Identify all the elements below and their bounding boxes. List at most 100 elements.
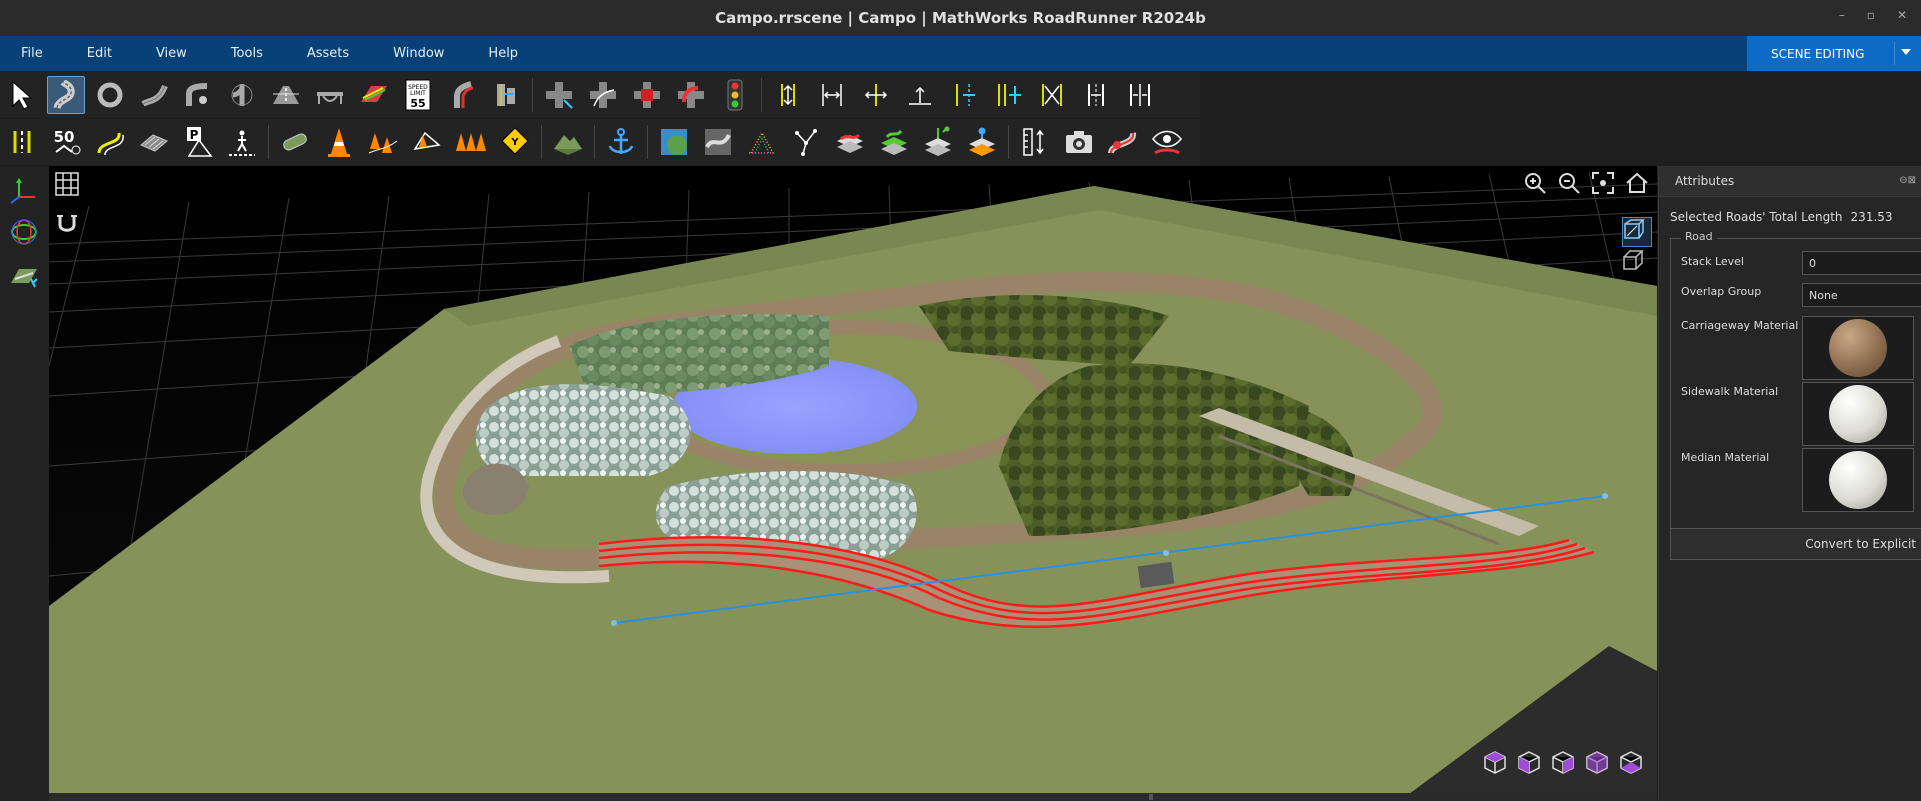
lane-width-tool-icon[interactable] [487,76,525,114]
aerial-imagery-tool-icon[interactable] [655,123,693,161]
menu-assets[interactable]: Assets [307,46,349,61]
lane-chain-tool-icon[interactable] [1033,76,1071,114]
parking-tool-icon[interactable]: P [179,123,217,161]
perspective-view-icon[interactable] [1622,217,1652,247]
anchor-tool-icon[interactable] [602,123,640,161]
close-button[interactable]: ✕ [1897,8,1907,22]
road-marking-icon[interactable] [6,256,42,292]
zoom-out-icon[interactable] [1557,171,1585,199]
junction-tool-icon[interactable] [223,76,261,114]
snap-magnet-icon[interactable] [55,212,83,240]
lane-marking-tool-icon[interactable] [355,76,393,114]
view-cube-right[interactable] [1585,750,1613,778]
vector-data-tool-icon[interactable] [787,123,825,161]
lane-width-adjust-icon[interactable] [857,76,895,114]
frame-selection-icon[interactable] [1591,171,1619,199]
svg-text:Y: Y [510,137,519,148]
layer-stack-tool-icon[interactable] [963,123,1001,161]
layer-add-tool-icon[interactable] [919,123,957,161]
title-bar: Campo.rrscene | Campo | MathWorks RoadRu… [0,0,1921,36]
viewport-scrollbar[interactable] [49,793,1657,801]
stack-level-field[interactable]: 0 [1802,251,1921,275]
surface-tool-icon[interactable] [135,123,173,161]
overlap-group-field[interactable]: None [1802,283,1921,307]
menu-tools[interactable]: Tools [231,46,263,61]
menu-edit[interactable]: Edit [87,46,112,61]
signal-tool-icon[interactable] [672,76,710,114]
elevation-map-tool-icon[interactable] [549,123,587,161]
median-material-swatch[interactable] [1802,448,1914,512]
scenario-view-tool-icon[interactable] [1148,123,1186,161]
scene-viewport[interactable] [49,166,1657,794]
traffic-light-icon[interactable] [716,76,754,114]
home-icon[interactable] [1625,171,1653,199]
select-tool-icon[interactable] [3,76,41,114]
carriageway-material-swatch[interactable] [1802,316,1914,380]
convert-to-explicit-button[interactable]: Convert to Explicit [1670,528,1921,560]
rotate-icon[interactable] [6,214,42,250]
view-cube-back[interactable] [1619,750,1647,778]
tree-cluster-white-west[interactable] [475,384,691,476]
restore-button[interactable]: ▫ [1867,8,1875,22]
scene-canvas[interactable] [49,166,1657,794]
lane-merge-tool-icon[interactable] [1121,76,1159,114]
sign-tool-icon[interactable]: Y [496,123,534,161]
lane-tool-icon[interactable] [267,76,305,114]
prop-set-tool-icon[interactable] [452,123,490,161]
speed-limit-sign-icon[interactable]: SPEED LIMIT 55 [399,76,437,114]
corner-tool-icon[interactable] [179,76,217,114]
carriageway-material-label: Carriageway Material [1681,319,1799,332]
traffic-cone-icon[interactable] [320,123,358,161]
transform-icon[interactable] [6,172,42,208]
grid-icon[interactable] [55,172,83,200]
scene-editing-mode-button[interactable]: SCENE EDITING [1747,36,1921,71]
junction-carve-tool-icon[interactable] [540,76,578,114]
menu-help[interactable]: Help [488,46,518,61]
lane-carve-tool-icon[interactable] [443,76,481,114]
point-cloud-tool-icon[interactable] [743,123,781,161]
prop-point-tool-icon[interactable] [364,123,402,161]
minimize-button[interactable]: – [1839,8,1845,22]
road-group: Road Stack Level 0 Overlap Group None Ca… [1670,230,1921,542]
lane-split-tool-icon[interactable] [945,76,983,114]
scene-layer-tool-icon[interactable] [831,123,869,161]
menu-view[interactable]: View [156,46,187,61]
menu-file[interactable]: File [21,46,43,61]
bridge-tool-icon[interactable] [311,76,349,114]
view-cube-top[interactable] [1483,750,1511,778]
sidewalk-material-swatch[interactable] [1802,382,1914,446]
lane-add-right-icon[interactable] [989,76,1027,114]
prop-curve-tool-icon[interactable] [276,123,314,161]
zoom-in-icon[interactable] [1523,171,1551,199]
menu-window[interactable]: Window [393,46,444,61]
speed-limit-tool-icon[interactable]: 50 [47,123,85,161]
lane-marking-chain-icon[interactable] [3,123,41,161]
terrain-tool-icon[interactable] [875,123,913,161]
road-construction-tool-icon[interactable] [135,76,173,114]
crosswalk-tool-icon[interactable] [628,76,666,114]
road-plan-tool-icon[interactable] [47,76,85,114]
lane-spread-tool-icon[interactable] [1077,76,1115,114]
toolbar-separator [594,125,595,159]
toolbar-separator [532,78,533,112]
prop-polygon-tool-icon[interactable] [408,123,446,161]
scenario-tool-icon[interactable] [1104,123,1142,161]
elevation-tool-icon[interactable] [699,123,737,161]
lane-offset-tool-icon[interactable] [901,76,939,114]
chevron-down-icon[interactable] [1901,49,1911,55]
measure-tool-icon[interactable] [1016,123,1054,161]
camera-icon[interactable] [1060,123,1098,161]
curve-road-tool-icon[interactable] [91,123,129,161]
lane-add-tool-icon[interactable] [769,76,807,114]
crosswalk-marking-icon[interactable] [223,123,261,161]
toolbar-separator [541,125,542,159]
selected-length-value: 231.53 [1850,210,1893,224]
round-road-tool-icon[interactable] [91,76,129,114]
scrollbar-thumb[interactable] [1149,794,1153,800]
orthographic-view-icon[interactable] [1622,249,1650,277]
panel-float-close-icon[interactable]: ⊖⊠ [1899,175,1916,186]
lane-form-tool-icon[interactable] [813,76,851,114]
view-cube-left[interactable] [1551,750,1579,778]
view-cube-front[interactable] [1517,750,1545,778]
maneuver-tool-icon[interactable] [584,76,622,114]
